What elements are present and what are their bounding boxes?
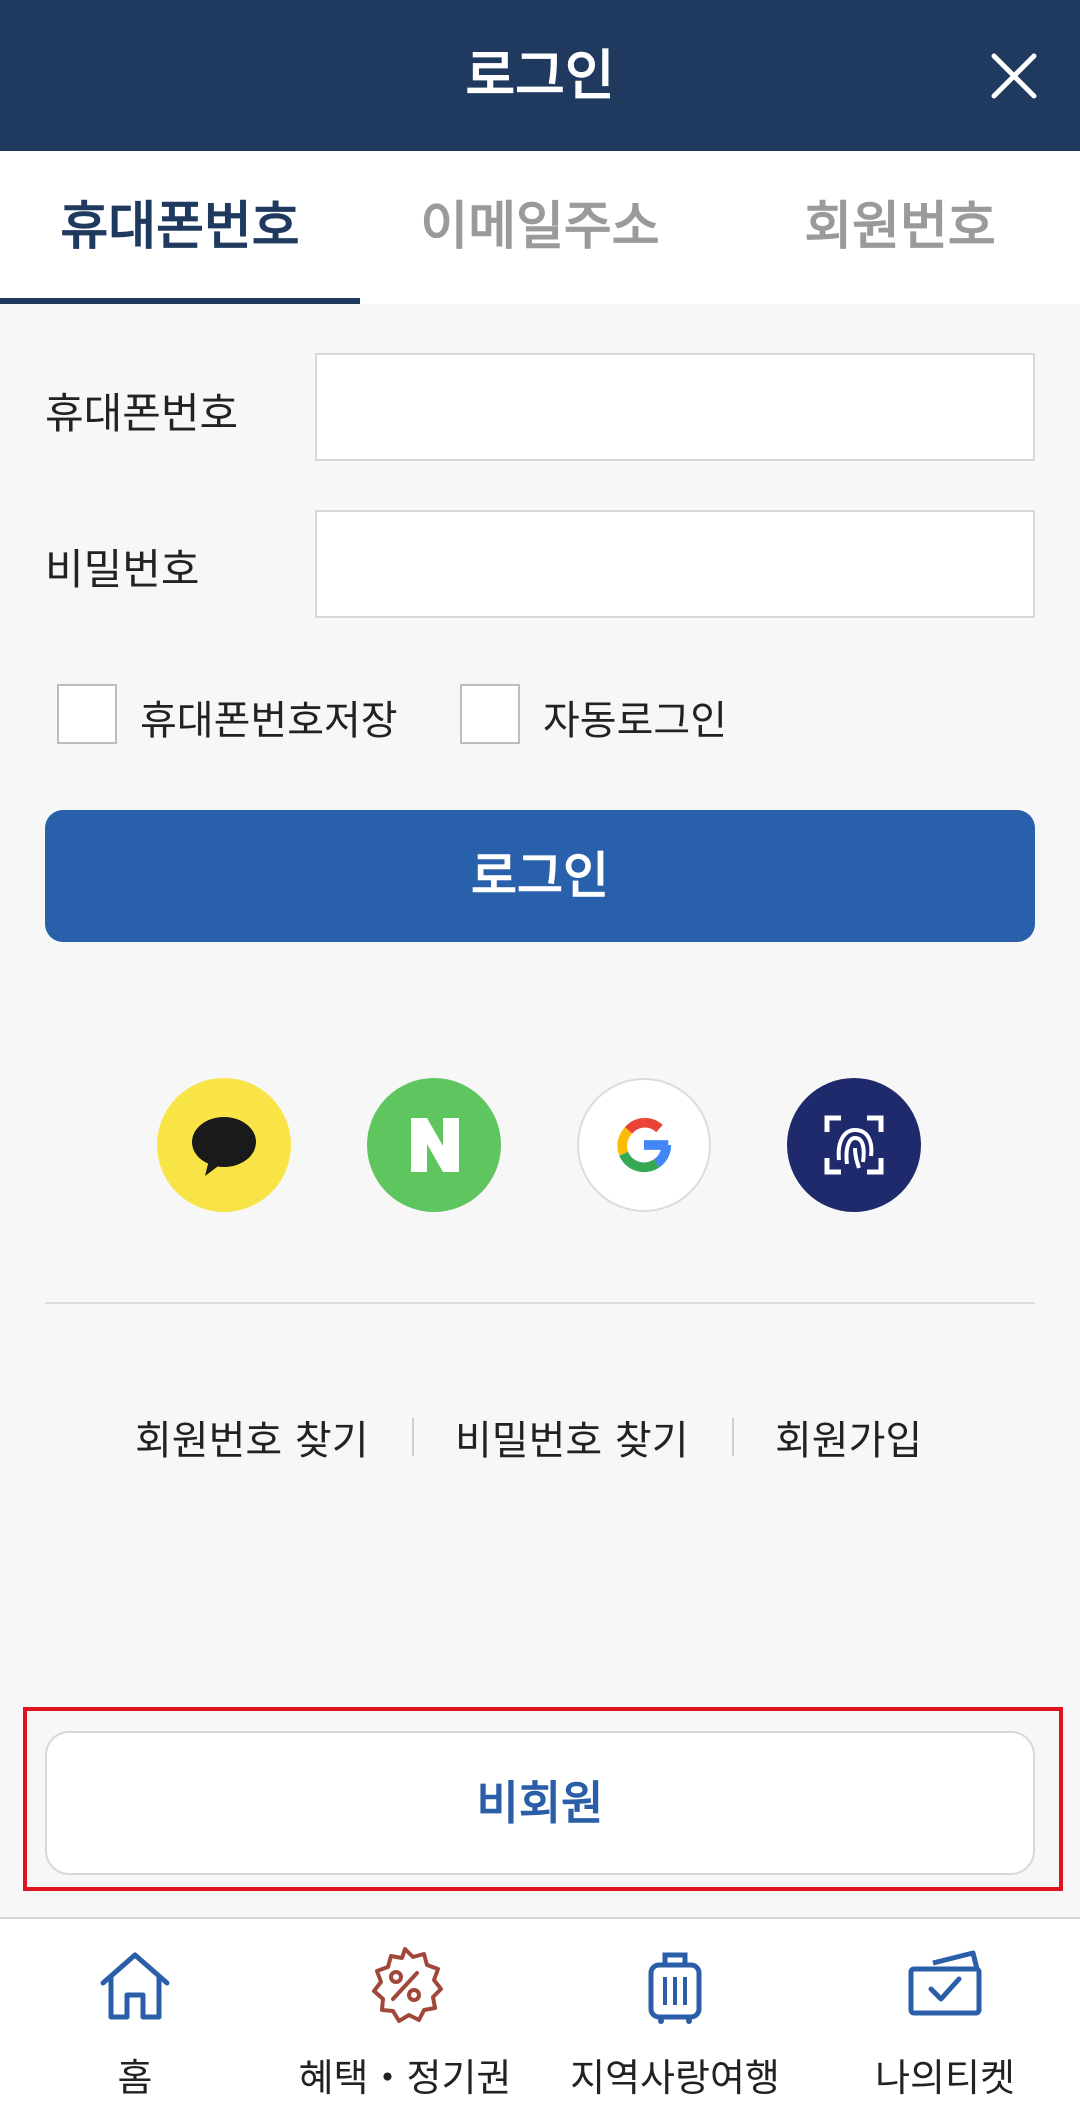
- guest-button[interactable]: 비회원: [45, 1731, 1035, 1875]
- tab-member-number[interactable]: 회원번호: [720, 151, 1080, 304]
- google-icon: [617, 1117, 672, 1173]
- fingerprint-icon: [824, 1115, 884, 1175]
- save-phone-checkbox[interactable]: [57, 684, 117, 744]
- tab-phone[interactable]: 휴대폰번호: [0, 151, 360, 304]
- kakao-login-button[interactable]: [157, 1078, 291, 1212]
- nav-local-travel-label: 지역사랑여행: [570, 2056, 780, 2100]
- active-tab-indicator: [0, 298, 360, 304]
- kakao-icon: [192, 1117, 256, 1176]
- page-title: 로그인: [465, 44, 615, 107]
- nav-benefits-label: 혜택・정기권: [298, 2056, 512, 2100]
- discount-badge-icon: [372, 1947, 443, 2023]
- nav-home-label: 홈: [117, 2056, 153, 2100]
- find-password-link[interactable]: 비밀번호 찾기: [455, 1408, 689, 1466]
- nav-my-ticket-label: 나의티켓: [875, 2056, 1015, 2100]
- home-icon: [100, 1952, 170, 2020]
- naver-login-button[interactable]: [367, 1078, 501, 1212]
- biometric-login-button[interactable]: [787, 1078, 921, 1212]
- suitcase-icon: [648, 1952, 702, 2024]
- phone-label: 휴대폰번호: [45, 389, 239, 438]
- phone-input[interactable]: [315, 353, 1035, 461]
- link-separator: [732, 1418, 734, 1456]
- signup-link[interactable]: 회원가입: [775, 1408, 922, 1466]
- password-input[interactable]: [315, 510, 1035, 618]
- auto-login-checkbox[interactable]: [460, 684, 520, 744]
- google-login-button[interactable]: [577, 1078, 711, 1212]
- nav-local-travel[interactable]: 지역사랑여행: [540, 1919, 810, 2109]
- close-icon[interactable]: [984, 46, 1044, 106]
- ticket-icon: [908, 1950, 982, 2016]
- save-phone-label: 휴대폰번호저장: [140, 698, 398, 744]
- nav-benefits[interactable]: 혜택・정기권: [270, 1919, 540, 2109]
- auto-login-label: 자동로그인: [543, 698, 727, 744]
- nav-home[interactable]: 홈: [0, 1919, 270, 2109]
- bottom-navigation: 홈 혜택・정기권 지역사랑여행 나의티켓: [0, 1917, 1080, 2109]
- login-method-tabs: 휴대폰번호 이메일주소 회원번호: [0, 151, 1080, 304]
- app-header: 로그인: [0, 0, 1080, 151]
- naver-icon: [411, 1118, 459, 1172]
- link-separator: [412, 1418, 414, 1456]
- find-member-number-link[interactable]: 회원번호 찾기: [135, 1408, 369, 1466]
- password-label: 비밀번호: [45, 545, 200, 594]
- nav-my-ticket[interactable]: 나의티켓: [810, 1919, 1080, 2109]
- tab-email[interactable]: 이메일주소: [360, 151, 720, 304]
- divider: [45, 1302, 1035, 1304]
- login-button[interactable]: 로그인: [45, 810, 1035, 942]
